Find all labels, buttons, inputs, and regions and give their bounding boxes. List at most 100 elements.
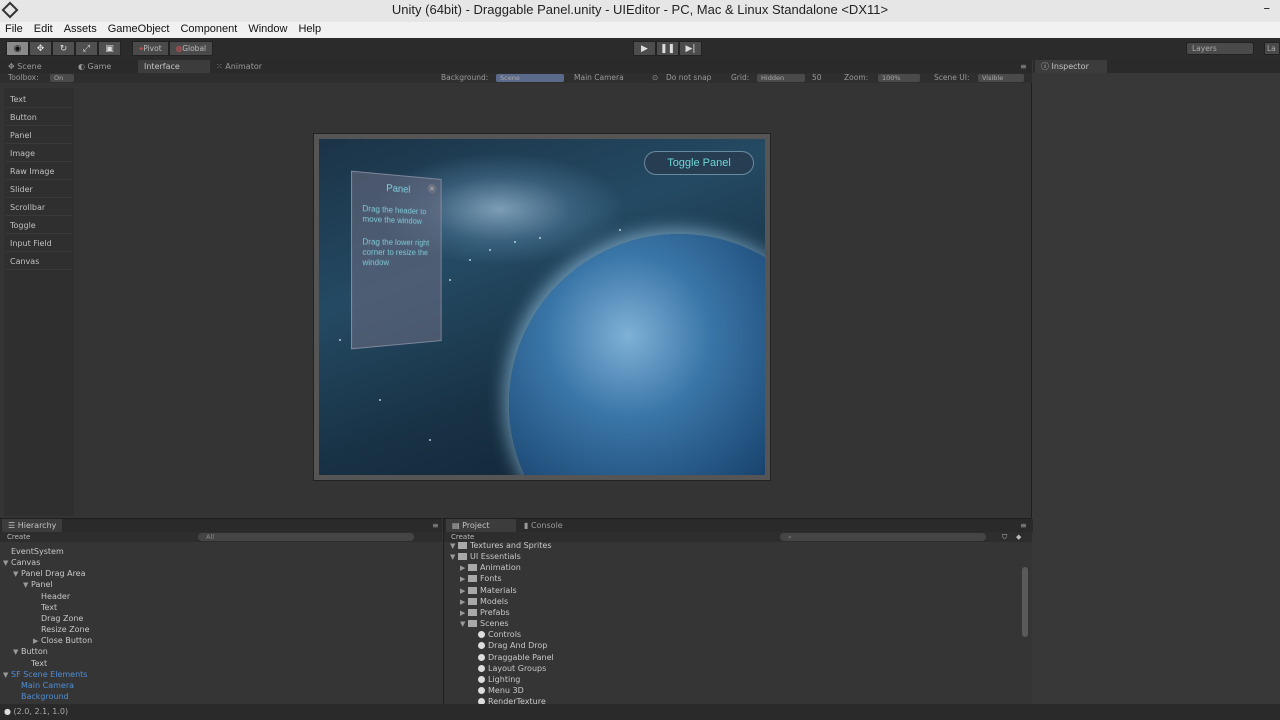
filter-label-icon[interactable]: ◆ [1016,532,1021,542]
project-scene[interactable]: Menu 3D [470,685,524,696]
zoom-dropdown[interactable]: 100% [878,74,920,82]
project-search-input[interactable]: ⌕ [780,533,986,541]
project-scrollbar[interactable] [1022,567,1028,637]
menu-edit[interactable]: Edit [29,22,59,38]
tab-inspector[interactable]: ⓘ Inspector [1035,60,1107,73]
star [514,241,516,243]
star [339,339,341,341]
view-tool-eye-icon[interactable]: ◉ [6,41,29,56]
hierarchy-item[interactable]: Header [33,591,70,602]
step-icon[interactable]: ▶| [679,41,702,56]
toolbox-item-toggle[interactable]: Toggle [6,218,72,234]
tab-console[interactable]: ▮ Console [518,519,584,532]
project-icon: ▤ [452,521,463,530]
minimize-button[interactable]: – [1264,1,1271,16]
folder-icon [458,542,467,549]
toggle-panel-button[interactable]: Toggle Panel [644,151,754,175]
move-tool-icon[interactable]: ✥ [29,41,52,56]
tab-project[interactable]: ▤ Project [446,519,516,532]
project-scene[interactable]: Draggable Panel [470,652,554,663]
tab-menu-icon[interactable]: ≡ [1014,60,1030,73]
pause-icon[interactable]: ❚❚ [656,41,679,56]
tab-animator[interactable]: ⁙ Animator [210,60,282,73]
tab-game[interactable]: ◐ Game [72,60,138,73]
project-item-label: Textures and Sprites [470,541,552,550]
toolbox-toggle[interactable]: On [50,74,74,82]
toolbox-panel: Text Button Panel Image Raw Image Slider… [4,88,74,516]
hierarchy-item[interactable]: Resize Zone [33,624,90,635]
menu-help[interactable]: Help [293,22,327,38]
background-dropdown[interactable]: Scene [496,74,564,82]
project-tabs: ▤ Project ▮ Console ≡ [444,519,1033,532]
folder-icon [458,553,467,561]
project-scene[interactable]: Controls [470,629,521,640]
scale-tool-icon[interactable]: ⤢ [75,41,98,56]
scene-file-icon [478,686,485,694]
hierarchy-create-button[interactable]: Create [7,532,30,542]
expanded-arrow-icon[interactable]: ▼ [3,670,11,681]
hierarchy-item[interactable]: EventSystem [3,546,64,557]
expanded-arrow-icon[interactable]: ▼ [460,619,468,630]
game-icon: ◐ [78,62,88,71]
grid-dropdown[interactable]: Hidden [757,74,805,82]
scene-file-icon [478,653,485,661]
star [379,399,381,401]
camera-field[interactable]: Main Camera [574,73,624,83]
pivot-toggle-group: ⌖Pivot ◍Global [132,41,214,56]
status-info-icon: ● [4,707,11,716]
game-canvas[interactable]: Toggle Panel × Panel Drag the header to … [319,139,765,475]
tab-interface[interactable]: Interface [138,60,210,73]
tab-hierarchy[interactable]: ☰ Hierarchy [2,519,62,532]
layout-dropdown[interactable]: La [1264,42,1280,55]
hierarchy-search-input[interactable]: All [198,533,414,541]
hierarchy-item[interactable]: Drag Zone [33,613,83,624]
hierarchy-item[interactable]: Text [33,602,57,613]
toolbox-item-button[interactable]: Button [6,110,72,126]
expanded-arrow-icon[interactable]: ▼ [450,552,458,563]
menu-gameobject[interactable]: GameObject [103,22,176,38]
hierarchy-item[interactable]: Text [23,658,47,669]
pivot-button[interactable]: ⌖Pivot [132,41,169,56]
project-item-label: Scenes [480,619,509,629]
menu-assets[interactable]: Assets [59,22,103,38]
expanded-arrow-icon[interactable]: ▼ [13,647,21,658]
hierarchy-item[interactable]: Main Camera [13,680,74,691]
snap-icon: ⊙ [652,73,659,82]
toolbox-item-image[interactable]: Image [6,146,72,162]
filter-type-icon[interactable]: ⛉ [1002,532,1007,542]
hierarchy-menu-icon[interactable]: ≡ [426,519,440,532]
expanded-arrow-icon[interactable]: ▼ [23,580,31,591]
snap-dropdown[interactable]: Do not snap [666,73,711,83]
toolbox-item-slider[interactable]: Slider [6,182,72,198]
layers-dropdown[interactable]: Layers [1186,42,1254,55]
rotate-tool-icon[interactable]: ↻ [52,41,75,56]
scene-file-icon [478,631,485,639]
project-scene[interactable]: Layout Groups [470,663,546,674]
toolbox-item-canvas[interactable]: Canvas [6,254,72,270]
play-icon[interactable]: ▶ [633,41,656,56]
project-scene[interactable]: Drag And Drop [470,640,547,651]
expanded-arrow-icon[interactable]: ▼ [3,558,11,569]
folder-icon [468,620,477,628]
hierarchy-item[interactable]: Background [13,691,69,702]
toolbox-item-panel[interactable]: Panel [6,128,72,144]
draggable-panel[interactable]: × Panel Drag the header to move the wind… [351,170,442,350]
sceneui-dropdown[interactable]: Visible [978,74,1024,82]
menu-file[interactable]: File [0,22,29,38]
menu-component[interactable]: Component [175,22,243,38]
hierarchy-item-label: Canvas [11,558,41,568]
play-controls: ▶ ❚❚ ▶| [633,41,702,56]
project-menu-icon[interactable]: ≡ [1014,519,1030,532]
menu-window[interactable]: Window [243,22,293,38]
panel-title[interactable]: Panel [352,180,441,198]
toolbox-item-input-field[interactable]: Input Field [6,236,72,252]
expanded-arrow-icon[interactable]: ▼ [13,569,21,580]
toolbox-item-raw-image[interactable]: Raw Image [6,164,72,180]
toolbox-item-text[interactable]: Text [6,92,72,108]
project-scene[interactable]: Lighting [470,674,520,685]
tab-scene[interactable]: ✥ Scene [2,60,72,73]
rect-tool-icon[interactable]: ▣ [98,41,121,56]
global-button[interactable]: ◍Global [168,41,214,56]
toolbox-item-scrollbar[interactable]: Scrollbar [6,200,72,216]
grid-size-field[interactable]: 50 [812,73,822,83]
